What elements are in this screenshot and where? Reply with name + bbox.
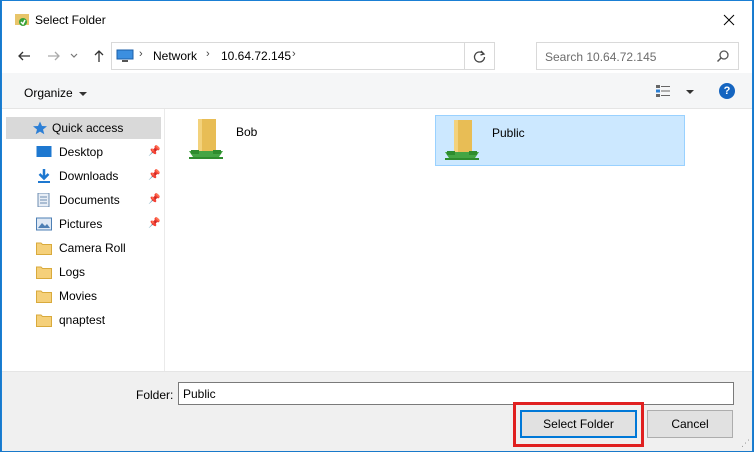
caret-down-icon — [79, 92, 88, 96]
search-input[interactable]: Search 10.64.72.145 — [545, 50, 656, 64]
forward-button[interactable] — [44, 46, 64, 66]
sidebar-item-label: Movies — [59, 289, 98, 303]
close-icon — [723, 14, 735, 26]
change-view-button[interactable] — [655, 84, 695, 101]
folder-name-input[interactable] — [178, 382, 734, 405]
breadcrumb-host[interactable]: 10.64.72.145 — [221, 49, 291, 63]
search-icon — [716, 50, 729, 63]
sidebar-item-pictures[interactable]: Pictures 📌 — [6, 213, 161, 235]
navigation-bar: › Network › 10.64.72.145 › Search 10.64.… — [2, 39, 752, 73]
arrow-up-icon — [94, 50, 104, 62]
network-computer-icon — [116, 49, 134, 62]
app-folder-icon — [15, 14, 29, 26]
folder-field-label: Folder: — [136, 388, 174, 402]
breadcrumb-separator: › — [292, 48, 296, 60]
folder-tile-bob[interactable]: Bob — [180, 115, 430, 166]
breadcrumb-separator: › — [206, 48, 210, 60]
up-button[interactable] — [89, 46, 109, 66]
view-details-icon — [656, 85, 670, 97]
select-folder-dialog: Select Folder › Network › 10.64.72.145 ›… — [1, 0, 753, 451]
pictures-icon — [36, 217, 52, 231]
sidebar-item-label: Camera Roll — [59, 241, 126, 255]
help-button[interactable]: ? — [719, 83, 735, 99]
pin-icon[interactable]: 📌 — [148, 218, 160, 229]
folder-tile-label: Bob — [236, 125, 258, 139]
refresh-icon — [473, 50, 486, 63]
breadcrumb-network[interactable]: Network — [153, 49, 197, 63]
desktop-icon — [36, 146, 52, 157]
sidebar-item-downloads[interactable]: Downloads 📌 — [6, 165, 161, 187]
dialog-footer: Folder: Select Folder Cancel ⋰ — [2, 371, 752, 451]
close-button[interactable] — [706, 1, 752, 39]
pin-icon[interactable]: 📌 — [148, 146, 160, 157]
folder-icon — [36, 290, 52, 303]
sidebar-item-label: Documents — [59, 193, 120, 207]
sidebar-item-label: Downloads — [59, 169, 119, 183]
arrow-right-icon — [48, 51, 60, 61]
folder-tile-public[interactable]: Public — [435, 115, 685, 166]
sidebar-item-label: Desktop — [59, 145, 104, 159]
sidebar-item-logs[interactable]: Logs — [6, 261, 161, 283]
folder-icon — [36, 266, 52, 279]
breadcrumb-separator: › — [139, 48, 143, 60]
star-icon — [33, 121, 47, 135]
network-share-folder-icon — [445, 120, 479, 160]
pin-icon[interactable]: 📌 — [148, 170, 160, 181]
sidebar-item-documents[interactable]: Documents 📌 — [6, 189, 161, 211]
sidebar-item-quick-access[interactable]: Quick access — [6, 117, 161, 139]
address-bar[interactable]: › Network › 10.64.72.145 › — [111, 42, 495, 70]
command-bar: Organize ? — [2, 73, 752, 109]
search-box[interactable]: Search 10.64.72.145 — [536, 42, 739, 70]
folder-view: Bob Public — [166, 109, 752, 371]
folder-tile-label: Public — [492, 126, 525, 140]
sidebar-item-movies[interactable]: Movies — [6, 285, 161, 307]
organize-menu-button[interactable]: Organize — [24, 86, 88, 100]
arrow-left-icon — [18, 51, 30, 61]
chevron-down-icon — [70, 53, 78, 58]
sidebar-item-camera-roll[interactable]: Camera Roll — [6, 237, 161, 259]
refresh-button[interactable] — [464, 43, 494, 69]
sidebar-item-label: Logs — [59, 265, 86, 279]
caret-down-icon — [686, 90, 695, 94]
folder-icon — [36, 314, 52, 327]
select-folder-button[interactable]: Select Folder — [520, 410, 637, 438]
pin-icon[interactable]: 📌 — [148, 194, 160, 205]
title-bar: Select Folder — [2, 1, 752, 39]
sidebar-item-desktop[interactable]: Desktop 📌 — [6, 141, 161, 163]
recent-locations-button[interactable] — [68, 46, 80, 66]
help-icon: ? — [723, 85, 731, 97]
resize-grip-icon[interactable]: ⋰ — [741, 438, 750, 449]
folder-icon — [36, 242, 52, 255]
organize-label: Organize — [24, 86, 73, 100]
navigation-pane: Quick access Desktop 📌 Downloads 📌 Docum… — [2, 109, 165, 371]
download-icon — [38, 169, 50, 183]
sidebar-item-label: Pictures — [59, 217, 103, 231]
sidebar-item-label: Quick access — [52, 121, 124, 135]
cancel-button[interactable]: Cancel — [647, 410, 733, 438]
documents-icon — [37, 193, 50, 207]
back-button[interactable] — [14, 46, 34, 66]
sidebar-item-label: qnaptest — [59, 313, 106, 327]
window-title: Select Folder — [35, 13, 106, 27]
sidebar-item-qnaptest[interactable]: qnaptest — [6, 309, 161, 331]
network-share-folder-icon — [189, 119, 223, 159]
